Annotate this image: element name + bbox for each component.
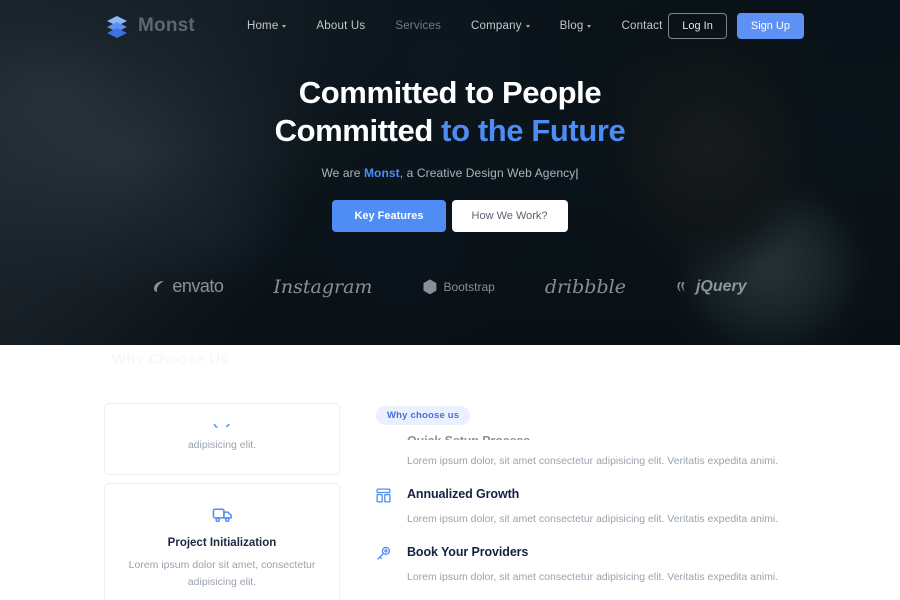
brand-logo-dribbble-label: dribbble bbox=[544, 275, 626, 298]
typing-cursor: | bbox=[575, 165, 579, 180]
why-choose-us-badge: Why choose us bbox=[376, 406, 471, 425]
feature-item-body: Annualized Growth Lorem ipsum dolor, sit… bbox=[407, 487, 796, 528]
nav-item-services-label: Services bbox=[395, 20, 442, 32]
hero-title-line-1: Committed to People bbox=[298, 75, 602, 110]
nav-item-blog-label: Blog bbox=[559, 20, 584, 32]
nav-item-blog[interactable]: Blog bbox=[560, 20, 592, 32]
key-features-button[interactable]: Key Features bbox=[332, 199, 446, 232]
signup-button[interactable]: Sign Up bbox=[736, 13, 804, 39]
why-choose-us-section: Why Choose Us adipisicing elit. bbox=[0, 345, 900, 600]
truck-icon bbox=[127, 504, 317, 526]
brand-logo-envato-label: envato bbox=[172, 276, 224, 297]
brand-name: Monst bbox=[138, 15, 195, 36]
brand-logo-instagram-label: Instagram bbox=[273, 275, 373, 298]
jquery-swirl-icon bbox=[677, 281, 685, 292]
feature-item-text: Lorem ipsum dolor, sit amet consectetur … bbox=[407, 512, 779, 525]
cloud-upload-icon bbox=[127, 424, 317, 433]
nav-item-services[interactable]: Services bbox=[395, 20, 441, 32]
brand-logo-bootstrap[interactable]: Bootstrap bbox=[422, 279, 495, 295]
nav-item-home[interactable]: Home bbox=[246, 20, 287, 32]
nav-item-about-us[interactable]: About Us bbox=[316, 20, 365, 32]
hero-title: Committed to People Committed to the Fut… bbox=[0, 74, 900, 151]
feature-item-text: Lorem ipsum dolor, sit amet consectetur … bbox=[407, 570, 779, 583]
login-button[interactable]: Log In bbox=[668, 13, 727, 39]
hero-subtitle-suffix: , a Creative Design Web Agency bbox=[399, 165, 576, 180]
nav-item-contact[interactable]: Contact bbox=[621, 20, 662, 32]
nav-item-home-label: Home bbox=[246, 20, 279, 32]
hero-title-line-2-accent: to the Future bbox=[441, 113, 626, 149]
brand-logo-bootstrap-label: Bootstrap bbox=[443, 279, 495, 294]
nav-item-about-us-label: About Us bbox=[316, 20, 366, 32]
hero-subtitle-brand: Monst bbox=[363, 165, 400, 180]
feature-item-text: Lorem ipsum dolor, sit amet consectetur … bbox=[407, 455, 779, 467]
feature-item[interactable]: Book Your Providers Lorem ipsum dolor, s… bbox=[376, 545, 796, 586]
brand-logo-jquery[interactable]: jQuery bbox=[676, 278, 747, 296]
chevron-down-icon bbox=[282, 25, 287, 28]
nav-item-company[interactable]: Company bbox=[471, 20, 530, 32]
brand-logo[interactable]: Monst bbox=[104, 13, 195, 39]
dashboard-chart-icon bbox=[376, 487, 394, 528]
envato-leaf-icon bbox=[154, 281, 165, 293]
brand-logo-jquery-label: jQuery bbox=[695, 277, 747, 295]
brand-logo-envato[interactable]: envato bbox=[153, 276, 224, 297]
feature-item-body: Quick Setup Process Lorem ipsum dolor, s… bbox=[407, 435, 796, 470]
hero-title-line-2-plain: Committed bbox=[274, 113, 442, 149]
feature-item-title: Book Your Providers bbox=[407, 544, 529, 559]
bootstrap-hex-icon bbox=[423, 279, 437, 295]
hero-section: Monst Home About Us Services Company Blo… bbox=[0, 0, 900, 345]
layers-icon bbox=[104, 13, 130, 39]
navbar: Monst Home About Us Services Company Blo… bbox=[0, 0, 900, 52]
brand-logo-dribbble[interactable]: dribbble bbox=[545, 276, 626, 298]
feature-card-text: Lorem ipsum dolor sit amet, consectetur … bbox=[128, 558, 316, 588]
chevron-down-icon bbox=[525, 25, 530, 28]
auth-buttons: Log In Sign Up bbox=[668, 13, 804, 39]
feature-item[interactable]: Quick Setup Process Lorem ipsum dolor, s… bbox=[376, 435, 796, 470]
feature-cards-column: adipisicing elit. Project Initialization… bbox=[104, 403, 340, 600]
hero-subtitle: We are Monst, a Creative Design Web Agen… bbox=[0, 166, 900, 180]
how-we-work-button[interactable]: How We Work? bbox=[451, 199, 568, 232]
brand-logo-instagram[interactable]: Instagram bbox=[273, 276, 372, 298]
nav-item-company-label: Company bbox=[471, 20, 522, 32]
feature-list-column: Why choose us Quick Setup Process Lorem … bbox=[376, 403, 796, 600]
ghost-section-heading: Why Choose Us bbox=[112, 351, 229, 368]
feature-item-title: Annualized Growth bbox=[407, 486, 520, 501]
feature-item[interactable]: Annualized Growth Lorem ipsum dolor, sit… bbox=[376, 487, 796, 528]
feature-card[interactable]: Project Initialization Lorem ipsum dolor… bbox=[104, 482, 340, 600]
nav-item-contact-label: Contact bbox=[621, 20, 663, 32]
hero-subtitle-prefix: We are bbox=[321, 165, 364, 180]
feature-card[interactable]: adipisicing elit. bbox=[104, 403, 340, 475]
key-icon bbox=[376, 545, 394, 586]
hero-cta-group: Key Features How We Work? bbox=[0, 199, 900, 232]
feature-card-title: Project Initialization bbox=[167, 536, 277, 549]
feature-item-title: Quick Setup Process bbox=[407, 435, 796, 440]
nav-links: Home About Us Services Company Blog Cont… bbox=[247, 20, 663, 32]
hero-content: Committed to People Committed to the Fut… bbox=[0, 52, 900, 298]
section-grid: adipisicing elit. Project Initialization… bbox=[104, 345, 796, 600]
brand-logos-strip: envato Instagram Bootstrap dribbble jQue… bbox=[0, 276, 900, 298]
feature-card-text: adipisicing elit. bbox=[187, 439, 257, 451]
chevron-down-icon bbox=[587, 25, 592, 28]
feature-item-body: Book Your Providers Lorem ipsum dolor, s… bbox=[407, 545, 796, 586]
